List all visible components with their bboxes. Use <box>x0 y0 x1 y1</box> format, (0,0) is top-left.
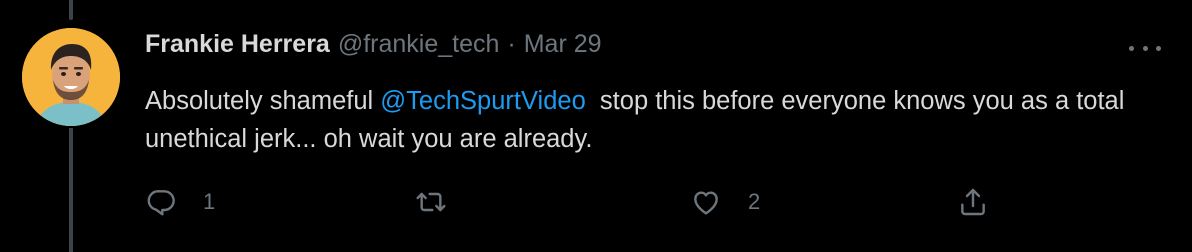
tweet-actions: 1 2 <box>145 182 1015 222</box>
tweet-text: Absolutely shameful @TechSpurtVideo stop… <box>145 82 1155 158</box>
like-count: 2 <box>748 189 761 214</box>
like-button[interactable]: 2 <box>690 182 760 222</box>
more-dot <box>1142 45 1148 51</box>
avatar-image <box>22 28 120 126</box>
tweet-date[interactable]: Mar 29 <box>524 30 602 59</box>
reply-icon <box>147 190 175 216</box>
more-dot <box>1156 45 1161 51</box>
header-separator: · <box>507 30 516 58</box>
retweet-button[interactable] <box>415 182 473 222</box>
mention-link[interactable]: @TechSpurtVideo <box>380 87 585 115</box>
more-icon[interactable] <box>1129 38 1161 58</box>
thread-line-bottom <box>69 128 73 252</box>
user-handle[interactable]: @frankie_tech <box>338 30 500 59</box>
more-dot <box>1129 45 1134 51</box>
share-icon <box>961 188 985 216</box>
tweet-header: Frankie Herrera @frankie_tech · Mar 29 <box>145 30 1175 70</box>
like-icon <box>694 191 718 215</box>
share-button[interactable] <box>957 182 989 222</box>
tweet-body: Frankie Herrera @frankie_tech · Mar 29 A… <box>145 30 1175 158</box>
reply-count: 1 <box>203 189 216 214</box>
thread-line-top <box>69 0 73 20</box>
avatar[interactable] <box>22 28 120 126</box>
display-name[interactable]: Frankie Herrera <box>145 30 330 59</box>
tweet-text-before: Absolutely shameful <box>145 87 381 115</box>
reply-button[interactable]: 1 <box>145 182 215 222</box>
retweet-icon <box>416 192 446 212</box>
